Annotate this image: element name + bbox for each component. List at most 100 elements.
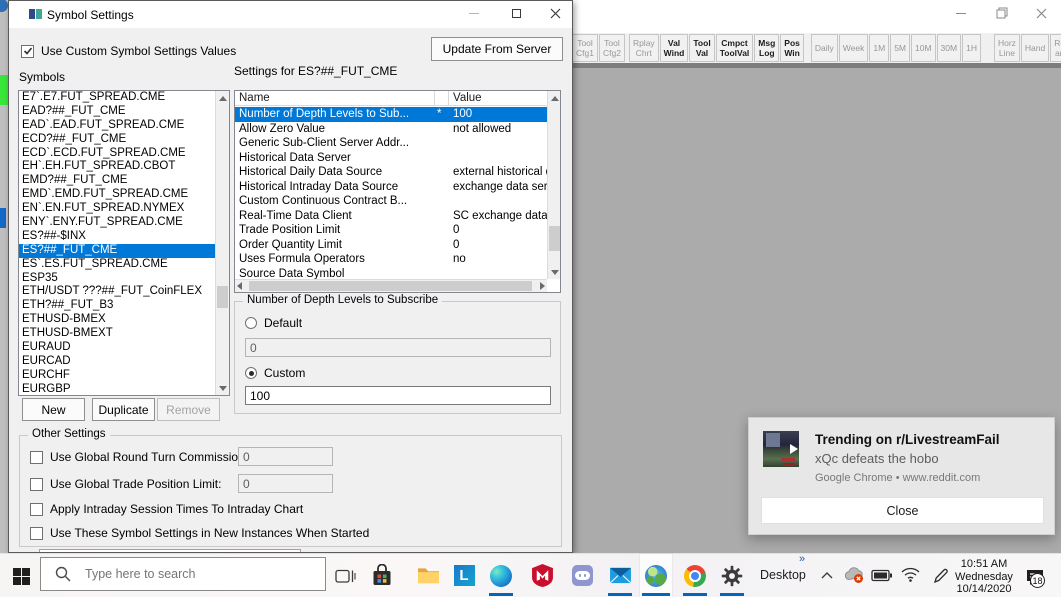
symbol-list-item[interactable]: EURCAD [19, 355, 215, 369]
scrollbar-thumb[interactable] [549, 226, 560, 251]
duplicate-button[interactable]: Duplicate [92, 398, 155, 421]
symbol-list-item[interactable]: ETH/USDT ???##_FUT_CoinFLEX [19, 285, 215, 299]
toolbar-button-rect-angl[interactable]: Rectangl [1050, 34, 1061, 62]
custom-radio[interactable]: Custom [245, 366, 305, 380]
tray-wifi-icon[interactable] [899, 566, 921, 583]
settings-table-header[interactable]: Name Value [235, 91, 547, 106]
toolbar-button-rplay-chrt[interactable]: Rplay Chrt [628, 34, 659, 62]
taskbar-app-store[interactable] [366, 554, 398, 597]
symbol-list-item[interactable]: ETH?##_FUT_B3 [19, 299, 215, 313]
bg-close-button[interactable] [1034, 6, 1048, 20]
update-from-server-button[interactable]: Update From Server [431, 37, 563, 61]
scrollbar-thumb[interactable] [217, 286, 228, 308]
column-header-value[interactable]: Value [449, 91, 547, 105]
toolbar-button-daily[interactable]: Daily [810, 34, 838, 62]
bg-minimize-button[interactable] [954, 6, 968, 20]
settings-table-row[interactable]: Trade Position Limit 0 [235, 223, 547, 238]
scroll-down-icon[interactable] [548, 265, 561, 279]
toolbar-button-cmpct-toolval[interactable]: Cmpct ToolVal [715, 34, 754, 62]
taskbar-app-mcafee[interactable] [526, 554, 558, 597]
symbol-list-item[interactable]: ESP35 [19, 272, 215, 286]
toolbar-button-tool-cfg1[interactable]: Tool Cfg1 [572, 34, 598, 62]
settings-table-row[interactable]: Number of Depth Levels to Sub... * 100 [235, 107, 547, 122]
column-header-star[interactable] [435, 91, 449, 105]
symbol-list-item[interactable]: EAD`.EAD.FUT_SPREAD.CME [19, 119, 215, 133]
taskbar-search[interactable] [40, 557, 326, 591]
toolbar-button-1m[interactable]: 1M [869, 34, 890, 62]
taskbar-app-sierra-chart-globe[interactable] [639, 553, 673, 597]
symbol-list-item[interactable]: ETHUSD-BMEX [19, 313, 215, 327]
notification-thumbnail[interactable] [763, 431, 799, 467]
symbol-list-item[interactable]: ES`.ES.FUT_SPREAD.CME [19, 258, 215, 272]
settings-table-row[interactable]: Historical Daily Data Source external his… [235, 165, 547, 180]
action-center-button[interactable]: 18 [1021, 564, 1049, 590]
toolbar-button-msg-log[interactable]: Msg Log [754, 34, 780, 62]
global-trade-limit-checkbox[interactable]: Use Global Trade Position Limit: [30, 477, 221, 491]
taskbar-app-l-launcher[interactable]: L [448, 554, 480, 597]
use-custom-settings-checkbox[interactable]: Use Custom Symbol Settings Values [21, 44, 236, 58]
dialog-titlebar[interactable]: Symbol Settings [9, 1, 572, 28]
desktop-toolbar-label[interactable]: Desktop [760, 568, 806, 582]
toolbar-button-week[interactable]: Week [838, 34, 869, 62]
new-button[interactable]: New [22, 398, 85, 421]
symbol-list-item[interactable]: EH`.EH.FUT_SPREAD.CBOT [19, 160, 215, 174]
bg-restore-button[interactable] [995, 6, 1009, 20]
toolbar-button-tool-cfg2[interactable]: Tool Cfg2 [598, 34, 625, 62]
tray-pen-icon[interactable] [930, 565, 950, 585]
toolbar-button-horz-line[interactable]: Horz Line [993, 34, 1020, 62]
toolbar-button-5m[interactable]: 5M [890, 34, 910, 62]
symbol-list-item[interactable]: ES?##_FUT_CME [19, 243, 215, 258]
symbol-list-item[interactable]: ETHUSD-BMEXT [19, 327, 215, 341]
symbol-list-item[interactable]: EN`.EN.FUT_SPREAD.NYMEX [19, 202, 215, 216]
custom-depth-input[interactable] [245, 386, 551, 405]
table-vertical-scrollbar[interactable] [547, 91, 560, 279]
global-round-turn-checkbox[interactable]: Use Global Round Turn Commission: [30, 450, 248, 464]
settings-table-row[interactable]: Generic Sub-Client Server Addr... [235, 136, 547, 151]
taskbar-clock[interactable]: 10:51 AM Wednesday 10/14/2020 [952, 558, 1016, 596]
apply-intraday-times-checkbox[interactable]: Apply Intraday Session Times To Intraday… [30, 502, 303, 516]
symbol-list-item[interactable]: ENY`.ENY.FUT_SPREAD.CME [19, 216, 215, 230]
taskbar-app-mail[interactable] [604, 554, 636, 597]
symbols-scrollbar[interactable] [215, 91, 229, 395]
settings-table-row[interactable]: Allow Zero Value not allowed [235, 122, 547, 137]
symbol-list-item[interactable]: EMD?##_FUT_CME [19, 174, 215, 188]
remove-button[interactable]: Remove [157, 398, 220, 421]
settings-table-row[interactable]: Historical Intraday Data Source exchange … [235, 180, 547, 195]
scroll-down-icon[interactable] [216, 381, 229, 395]
symbol-list-item[interactable]: EAD?##_FUT_CME [19, 105, 215, 119]
symbol-list-item[interactable]: EURGBP [19, 383, 215, 395]
toolbar-button-tool-val[interactable]: Tool Val [689, 34, 715, 62]
symbol-list-item[interactable]: ES?##-$INX [19, 230, 215, 244]
taskbar-app-chrome[interactable] [679, 554, 711, 597]
settings-table-row[interactable]: Real-Time Data Client SC exchange data se… [235, 209, 547, 224]
toolbar-button-1h[interactable]: 1H [962, 34, 981, 62]
scroll-right-icon[interactable] [540, 282, 545, 290]
toolbar-button-val-wind[interactable]: Val Wind [659, 34, 689, 62]
symbol-list-item[interactable]: E7`.E7.FUT_SPREAD.CME [19, 91, 215, 105]
toolbar-button-10m[interactable]: 10M [911, 34, 936, 62]
symbol-list-item[interactable]: ECD`.ECD.FUT_SPREAD.CME [19, 147, 215, 161]
dialog-maximize-button[interactable] [509, 6, 523, 20]
chrome-notification[interactable]: Trending on r/LivestreamFail xQc defeats… [748, 417, 1055, 535]
tray-expand-button[interactable] [818, 568, 836, 582]
symbol-list-item[interactable]: EMD`.EMD.FUT_SPREAD.CME [19, 188, 215, 202]
tray-onedrive-icon[interactable] [842, 565, 866, 585]
use-in-new-instances-checkbox[interactable]: Use These Symbol Settings in New Instanc… [30, 526, 369, 540]
settings-table-row[interactable]: Historical Data Server [235, 151, 547, 166]
scroll-up-icon[interactable] [548, 91, 561, 105]
connect-button-sliver[interactable] [0, 75, 8, 105]
taskbar-app-edge[interactable] [485, 554, 517, 597]
scrollbar-thumb[interactable] [249, 281, 532, 291]
tray-battery-icon[interactable] [870, 567, 894, 583]
toolbar-button-pos-win[interactable]: Pos Win [780, 34, 804, 62]
scroll-up-icon[interactable] [216, 91, 229, 105]
taskbar-app-file-explorer[interactable] [412, 554, 444, 597]
scroll-left-icon[interactable] [237, 282, 242, 290]
settings-table-row[interactable]: Order Quantity Limit 0 [235, 238, 547, 253]
table-horizontal-scrollbar[interactable] [235, 279, 547, 292]
dialog-close-button[interactable] [548, 6, 562, 20]
toolbar-button-30m[interactable]: 30M [936, 34, 962, 62]
toolbar-overflow-chevron[interactable]: » [799, 553, 805, 565]
symbol-list-item[interactable]: EURAUD [19, 341, 215, 355]
dialog-minimize-button[interactable] [467, 6, 481, 20]
